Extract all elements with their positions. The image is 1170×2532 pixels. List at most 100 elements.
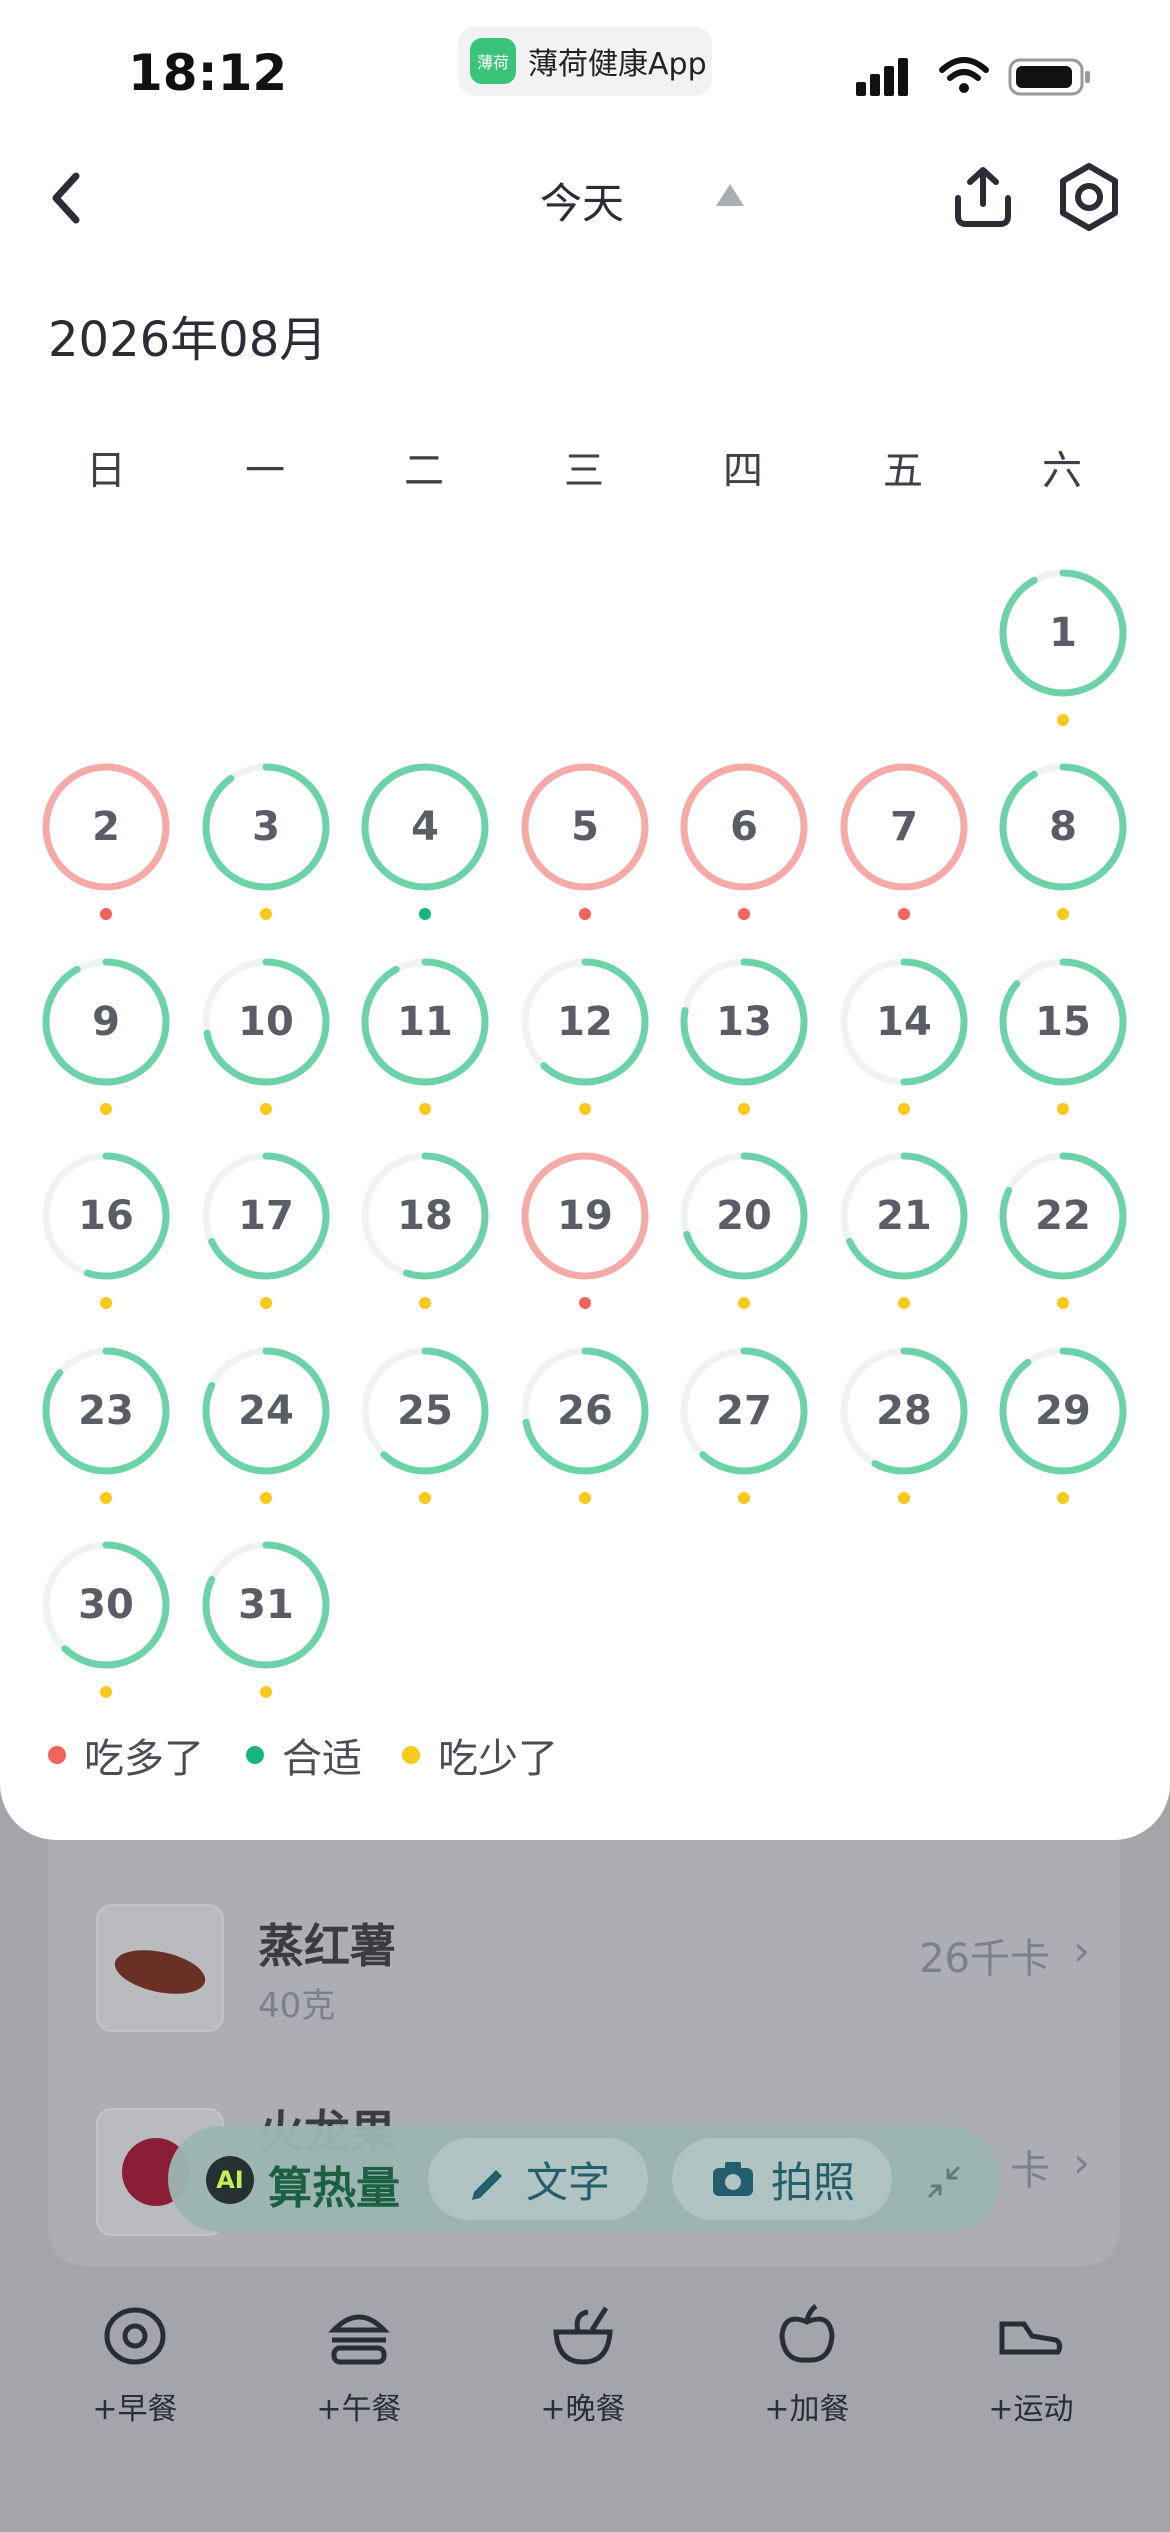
calendar-day[interactable]: 13 — [677, 955, 811, 1115]
add-dinner-button[interactable]: +晚餐 — [508, 2300, 658, 2428]
calendar-day[interactable]: 3 — [199, 760, 333, 920]
photo-button[interactable]: 拍照 — [672, 2138, 892, 2220]
day-status-dot — [579, 1103, 591, 1115]
calendar-day[interactable]: 1 — [996, 566, 1130, 726]
calendar-day[interactable]: 30 — [39, 1538, 173, 1698]
food-calories: 26千卡 — [919, 1936, 1050, 1982]
day-number: 30 — [78, 1582, 134, 1628]
calendar-day[interactable]: 11 — [358, 955, 492, 1115]
chevron-right-icon: › — [1073, 2138, 1090, 2187]
caret-up-icon[interactable] — [714, 182, 746, 208]
food-item[interactable]: 蒸红薯 40克 26千卡 › — [48, 1880, 1120, 2080]
day-number: 20 — [716, 1193, 772, 1239]
ai-calorie-label[interactable]: 算热量 — [268, 2152, 400, 2216]
signal-icon — [856, 58, 908, 96]
calendar-day[interactable]: 2 — [39, 760, 173, 920]
calendar-day[interactable]: 31 — [199, 1538, 333, 1698]
day-status-dot — [260, 1297, 272, 1309]
day-number: 5 — [571, 804, 599, 850]
day-status-dot — [579, 1492, 591, 1504]
calendar-day[interactable]: 16 — [39, 1149, 173, 1309]
food-calories: 卡 — [1010, 2148, 1050, 2194]
calendar-day[interactable]: 15 — [996, 955, 1130, 1115]
weekday-label: 二 — [404, 448, 444, 494]
apple-icon — [779, 2304, 835, 2363]
day-number: 3 — [252, 804, 280, 850]
nav-label: +晚餐 — [540, 2392, 626, 2427]
calendar-sheet: 18:12 薄荷 薄荷健康App 今天 2026年08月 日 一 二 三 四 五… — [0, 0, 1170, 1840]
day-status-dot — [419, 1297, 431, 1309]
day-number: 27 — [716, 1388, 772, 1434]
weekday-label: 四 — [723, 448, 763, 494]
calendar-day[interactable]: 27 — [677, 1344, 811, 1504]
calendar-day[interactable]: 6 — [677, 760, 811, 920]
calendar-day[interactable]: 23 — [39, 1344, 173, 1504]
text-input-button[interactable]: 文字 — [428, 2138, 648, 2220]
add-exercise-button[interactable]: +运动 — [956, 2300, 1106, 2428]
day-status-dot — [898, 1492, 910, 1504]
collapse-icon[interactable] — [924, 2162, 964, 2202]
day-number: 25 — [397, 1388, 453, 1434]
day-number: 18 — [397, 1193, 453, 1239]
day-status-dot — [738, 1103, 750, 1115]
day-status-dot — [260, 1686, 272, 1698]
day-number: 21 — [876, 1193, 932, 1239]
add-lunch-button[interactable]: +午餐 — [284, 2300, 434, 2428]
add-snack-button[interactable]: +加餐 — [732, 2300, 882, 2428]
day-status-dot — [1057, 714, 1069, 726]
calendar-day[interactable]: 8 — [996, 760, 1130, 920]
day-number: 11 — [397, 999, 453, 1045]
calendar-day[interactable]: 17 — [199, 1149, 333, 1309]
calendar-day[interactable]: 24 — [199, 1344, 333, 1504]
weekday-label: 日 — [86, 448, 126, 494]
pencil-icon — [471, 2170, 502, 2200]
page-title[interactable]: 今天 — [540, 170, 624, 231]
calendar-day[interactable]: 7 — [837, 760, 971, 920]
calendar-day[interactable]: 20 — [677, 1149, 811, 1309]
calendar-day[interactable]: 26 — [518, 1344, 652, 1504]
day-status-dot — [100, 1103, 112, 1115]
legend-dot — [402, 1746, 420, 1764]
calendar-day[interactable]: 19 — [518, 1149, 652, 1309]
calendar-day[interactable]: 25 — [358, 1344, 492, 1504]
day-number: 10 — [238, 999, 294, 1045]
bottom-nav: +早餐 +午餐 +晚餐 +加餐 +运动 — [0, 2270, 1170, 2532]
day-number: 29 — [1035, 1388, 1091, 1434]
add-breakfast-button[interactable]: +早餐 — [60, 2300, 210, 2428]
egg-icon — [104, 2307, 166, 2365]
settings-icon[interactable] — [1056, 162, 1122, 232]
share-icon[interactable] — [950, 164, 1016, 230]
weekday-label: 五 — [883, 448, 923, 494]
calendar-day[interactable]: 18 — [358, 1149, 492, 1309]
day-number: 22 — [1035, 1193, 1091, 1239]
day-status-dot — [419, 1103, 431, 1115]
legend-label: 吃少了 — [438, 1736, 558, 1782]
calendar-day[interactable]: 29 — [996, 1344, 1130, 1504]
day-number: 6 — [730, 804, 758, 850]
app-name: 薄荷健康App — [528, 47, 707, 82]
day-number: 2 — [92, 804, 120, 850]
app-badge[interactable]: 薄荷 薄荷健康App — [458, 26, 712, 96]
month-title: 2026年08月 — [48, 312, 328, 368]
calendar-day[interactable]: 21 — [837, 1149, 971, 1309]
calendar-day[interactable]: 12 — [518, 955, 652, 1115]
back-arrow-icon[interactable] — [46, 170, 86, 226]
calendar-day[interactable]: 22 — [996, 1149, 1130, 1309]
day-status-dot — [100, 1297, 112, 1309]
calendar-day[interactable]: 4 — [358, 760, 492, 920]
day-status-dot — [579, 908, 591, 920]
wifi-icon — [939, 57, 989, 93]
calendar-day[interactable]: 10 — [199, 955, 333, 1115]
day-number: 15 — [1035, 999, 1091, 1045]
day-number: 8 — [1049, 804, 1077, 850]
app-logo: 薄荷 — [470, 38, 516, 84]
day-number: 16 — [78, 1193, 134, 1239]
legend-item: 合适 — [246, 1726, 362, 1784]
calendar-day[interactable]: 5 — [518, 760, 652, 920]
calendar-day[interactable]: 28 — [837, 1344, 971, 1504]
day-number: 17 — [238, 1193, 294, 1239]
calendar-day[interactable]: 14 — [837, 955, 971, 1115]
day-status-dot — [898, 908, 910, 920]
day-status-dot — [898, 1103, 910, 1115]
calendar-day[interactable]: 9 — [39, 955, 173, 1115]
